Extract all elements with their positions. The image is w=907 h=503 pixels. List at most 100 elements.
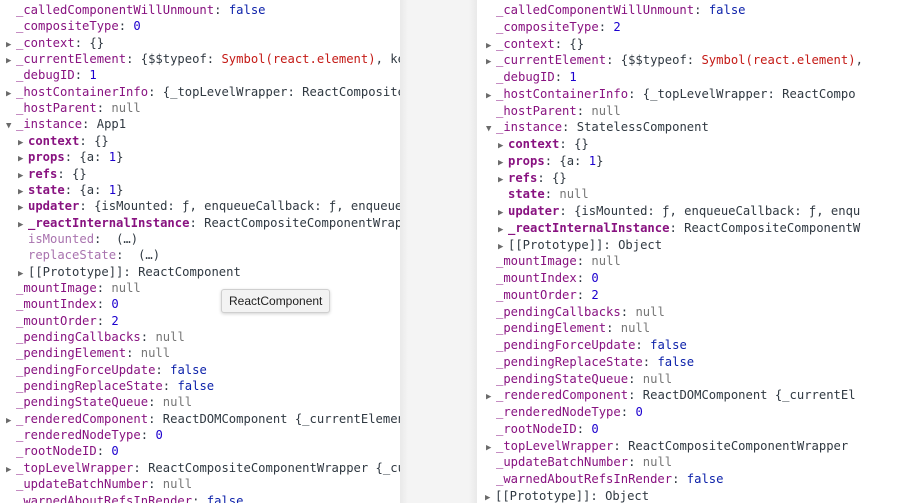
- property-value: false: [228, 3, 266, 17]
- property-value: 2: [111, 313, 119, 328]
- key-separator: :: [148, 411, 163, 426]
- property-row-pendingreplacestate: _pendingReplaceState: false: [486, 354, 694, 370]
- property-row-reactinternalinstance[interactable]: ▶ _reactInternalInstance: ReactCompositeC…: [18, 215, 400, 231]
- property-row-hostcontainerinfo[interactable]: ▶ _hostContainerInfo: {_topLevelWrapper: …: [6, 84, 400, 100]
- property-row-currentelement[interactable]: ▶ _currentElement: {$$typeof: Symbol(reac…: [486, 52, 863, 68]
- property-key: _pendingReplaceState: [16, 379, 163, 394]
- property-key: _pendingReplaceState: [496, 354, 643, 369]
- property-key: _currentElement: [496, 53, 607, 68]
- property-key: _instance: [16, 117, 83, 132]
- property-row-toplevelwrapper[interactable]: ▶ _topLevelWrapper: ReactCompositeCompone…: [486, 438, 848, 454]
- property-key: _pendingStateQueue: [496, 371, 629, 386]
- expand-arrow-icon[interactable]: ▶: [486, 38, 496, 54]
- property-key: [[Prototype]]: [495, 488, 591, 503]
- expand-arrow-icon[interactable]: ▶: [486, 389, 496, 405]
- property-key: _renderedComponent: [496, 388, 629, 403]
- property-row-context[interactable]: ▶ context: {}: [498, 136, 589, 152]
- property-row-renderedcomponent[interactable]: ▶ _renderedComponent: ReactDOMComponent {…: [486, 387, 856, 403]
- property-key: _pendingElement: [16, 346, 127, 361]
- property-row-mountorder: _mountOrder: 2: [486, 287, 599, 303]
- property-row-currentelement[interactable]: ▶ _currentElement: {$$typeof: Symbol(reac…: [6, 51, 400, 67]
- key-separator: :: [606, 321, 621, 336]
- key-separator: :: [576, 254, 592, 269]
- property-key: _context: [16, 35, 75, 50]
- property-value: null: [635, 304, 665, 319]
- property-row-debugid: _debugID: 1: [6, 67, 97, 83]
- property-row-instance[interactable]: ▼ _instance: StatelessComponent: [486, 119, 709, 135]
- property-key: _instance: [496, 120, 563, 135]
- property-row-replacestate: replaceState: (…): [18, 247, 160, 263]
- expand-arrow-icon[interactable]: ▶: [486, 88, 496, 104]
- property-row-toplevelwrapper[interactable]: ▶ _topLevelWrapper: ReactCompositeCompone…: [6, 460, 400, 476]
- expand-arrow-icon[interactable]: ▶: [498, 172, 508, 188]
- row-spacer: [486, 306, 496, 322]
- panel-divider: [400, 0, 477, 503]
- property-row-updater[interactable]: ▶ updater: {isMounted: ƒ, enqueueCallback…: [18, 198, 400, 214]
- property-row-context[interactable]: ▶ _context: {}: [6, 35, 104, 51]
- property-value: null: [591, 103, 621, 118]
- property-row-prototype[interactable]: ▶ [[Prototype]]: ReactComponent: [18, 264, 241, 280]
- property-row-prototype[interactable]: ▶ [[Prototype]]: Object: [498, 237, 662, 253]
- property-row-context[interactable]: ▶ _context: {}: [486, 36, 584, 52]
- key-separator: :: [620, 405, 636, 419]
- property-row-state[interactable]: ▶ state: {a: 1}: [18, 182, 123, 198]
- expand-arrow-icon[interactable]: ▶: [498, 205, 508, 221]
- collapse-arrow-icon[interactable]: ▼: [6, 118, 16, 134]
- expand-arrow-icon[interactable]: ▶: [498, 239, 508, 255]
- property-row-context[interactable]: ▶ context: {}: [18, 133, 109, 149]
- property-row-hostcontainerinfo[interactable]: ▶ _hostContainerInfo: {_topLevelWrapper: …: [486, 86, 856, 102]
- property-key: _calledComponentWillUnmount: [16, 3, 215, 17]
- property-row-updater[interactable]: ▶ updater: {isMounted: ƒ, enqueueCallback…: [498, 203, 860, 219]
- property-key: _pendingElement: [496, 321, 607, 336]
- key-separator: :: [598, 19, 614, 34]
- expand-arrow-icon[interactable]: ▶: [485, 490, 495, 503]
- property-key: _renderedNodeType: [496, 405, 621, 419]
- property-row-refs[interactable]: ▶ refs: {}: [498, 170, 567, 186]
- property-row-pendingcallbacks: _pendingCallbacks: null: [6, 329, 185, 345]
- collapse-arrow-icon[interactable]: ▼: [486, 121, 496, 137]
- property-row-renderedcomponent[interactable]: ▶ _renderedComponent: ReactDOMComponent {…: [6, 411, 400, 427]
- property-row-instance[interactable]: ▼ _instance: App1: [6, 116, 126, 132]
- property-value: Symbol(react.element): [221, 52, 376, 67]
- row-spacer: [486, 105, 496, 121]
- property-value: 0: [155, 428, 163, 443]
- property-value: null: [155, 330, 185, 344]
- property-value: {isMounted:: [574, 204, 663, 218]
- expand-arrow-icon[interactable]: ▶: [486, 54, 496, 70]
- expand-arrow-icon[interactable]: ▶: [486, 440, 496, 456]
- key-separator: :: [628, 371, 643, 386]
- property-value: 0: [635, 405, 643, 419]
- key-separator: :: [123, 264, 139, 279]
- property-value: 2: [613, 19, 621, 34]
- property-value: 0: [591, 271, 599, 285]
- property-value: 1: [108, 150, 117, 165]
- key-separator: :: [576, 287, 592, 302]
- expand-arrow-icon[interactable]: ▶: [498, 138, 508, 154]
- key-separator: :: [189, 215, 205, 230]
- expand-arrow-icon[interactable]: ▶: [498, 222, 508, 238]
- row-spacer: [498, 188, 508, 204]
- property-row-props[interactable]: ▶ props: {a: 1}: [18, 149, 123, 165]
- row-spacer: [6, 495, 16, 503]
- row-spacer: [486, 4, 496, 20]
- property-row-reactinternalinstance[interactable]: ▶ _reactInternalInstance: ReactCompositeC…: [498, 220, 860, 236]
- row-spacer: [486, 272, 496, 288]
- key-separator: :: [628, 455, 643, 470]
- key-separator: :: [613, 438, 629, 453]
- property-row-refs[interactable]: ▶ refs: {}: [18, 166, 87, 182]
- property-row-props[interactable]: ▶ props: {a: 1}: [498, 153, 603, 169]
- property-key: _renderedNodeType: [16, 428, 141, 443]
- key-separator: :: [96, 313, 112, 328]
- property-row-ismounted: isMounted: (…): [18, 231, 138, 247]
- property-row-compositetype: _compositeType: 0: [6, 18, 141, 34]
- property-value: false: [177, 379, 215, 394]
- property-row-prototype[interactable]: ▶ [[Prototype]]: Object: [485, 488, 649, 503]
- property-key: _mountImage: [16, 280, 97, 295]
- property-key: _reactInternalInstance: [28, 215, 190, 230]
- key-separator: :: [554, 70, 570, 84]
- property-value: false: [650, 338, 687, 352]
- key-separator: :: [537, 170, 553, 185]
- expand-arrow-icon[interactable]: ▶: [498, 155, 508, 171]
- property-value: ReactCompositeComponentWrapper {_cu: [148, 460, 400, 475]
- key-separator: :: [126, 346, 141, 361]
